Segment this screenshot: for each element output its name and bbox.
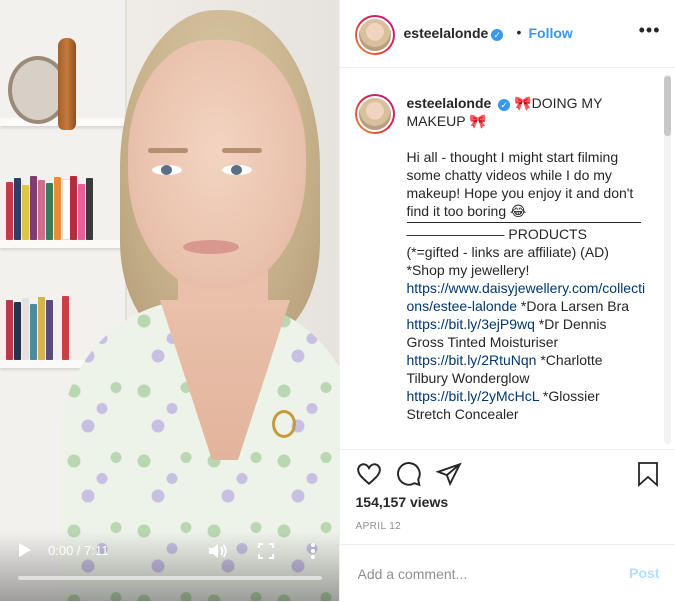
post-details-panel: esteelalonde✓ • Follow ••• esteelalonde✓… [339,0,675,601]
volume-icon[interactable] [208,542,228,560]
video-frame [0,0,339,601]
video-player[interactable]: 0:00 / 7:11 [0,0,339,601]
caption-username[interactable]: esteelalonde [407,95,492,111]
product-link[interactable]: https://bit.ly/3ejP9wq [407,316,535,332]
caption-scrollbar[interactable] [664,74,671,444]
pendant [272,410,296,438]
product-link[interactable]: https://bit.ly/2yMcHcL [407,388,540,404]
caption-intro: Hi all - thought I might start filming s… [407,149,638,219]
product-link[interactable]: https://bit.ly/2RtuNqn [407,352,537,368]
action-bar [340,449,675,490]
comment-box: Post [340,544,675,602]
video-time: 0:00 / 7:11 [48,543,109,558]
caption-divider [407,222,641,223]
share-icon[interactable] [436,461,462,487]
gifted-note: (*=gifted - links are affiliate) (AD) [407,244,609,260]
video-progress-bar[interactable] [18,576,322,580]
caption-area: esteelalonde✓ 🎀DOING MY MAKEUP 🎀 Hi all … [340,68,675,448]
follow-button[interactable]: Follow [529,25,573,41]
time-separator: / [73,543,84,558]
post-comment-button[interactable]: Post [629,565,659,581]
caption-avatar[interactable] [355,94,395,134]
heart-icon[interactable] [356,461,382,487]
scrollbar-thumb[interactable] [664,76,671,136]
caption-text: esteelalonde✓ 🎀DOING MY MAKEUP 🎀 Hi all … [407,94,647,423]
products-heading: ——————— PRODUCTS [407,226,587,242]
view-count[interactable]: 154,157 views [356,494,449,510]
video-controls [0,531,339,601]
instagram-post: 0:00 / 7:11 esteelal [0,0,675,601]
post-header: esteelalonde✓ • Follow ••• [340,0,675,68]
fullscreen-icon[interactable] [258,543,274,559]
avatar[interactable] [355,15,395,55]
play-icon[interactable] [18,542,34,560]
header-username-row: esteelalonde✓ [404,25,504,43]
header-separator: • [517,24,522,40]
bookmark-icon[interactable] [636,461,662,487]
more-options-icon[interactable] [310,542,318,560]
current-time: 0:00 [48,543,73,558]
product-name: *Dora Larsen Bra [517,298,629,314]
comment-input[interactable] [356,562,610,586]
comment-icon[interactable] [396,461,422,487]
verified-badge-icon: ✓ [498,99,510,111]
more-horizontal-icon[interactable]: ••• [639,23,661,37]
verified-badge-icon: ✓ [491,29,503,41]
shop-note: *Shop my jewellery! [407,262,530,278]
duration: 7:11 [84,543,108,558]
post-date[interactable]: APRIL 12 [356,521,402,532]
header-username[interactable]: esteelalonde [404,25,489,41]
